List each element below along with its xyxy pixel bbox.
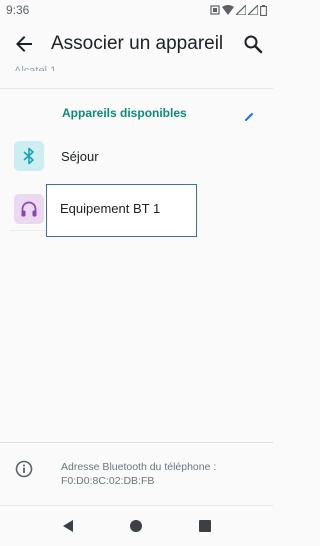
device-icon-box <box>14 141 44 171</box>
status-bar: 9:36 <box>0 0 273 20</box>
bluetooth-icon <box>23 147 34 165</box>
status-icons <box>210 4 267 16</box>
device-icon-box <box>14 194 44 224</box>
nav-back-button[interactable] <box>60 518 76 534</box>
nav-home-button[interactable] <box>128 518 144 534</box>
signal-icon <box>236 5 246 15</box>
scanning-indicator <box>245 108 253 121</box>
scrolled-device-name: Alcatel 1 <box>14 65 57 71</box>
signal-icon-2 <box>248 5 258 15</box>
navigation-bar <box>0 506 273 546</box>
back-button[interactable] <box>12 32 36 56</box>
search-icon <box>244 35 263 54</box>
triangle-back-icon <box>63 520 73 532</box>
divider <box>10 230 46 231</box>
bluetooth-address: Adresse Bluetooth du téléphone : F0:D0:8… <box>61 460 216 488</box>
status-time: 9:36 <box>6 3 30 17</box>
search-button[interactable] <box>241 32 265 56</box>
bluetooth-address-label: Adresse Bluetooth du téléphone : <box>61 461 217 473</box>
device-label: Equipement BT 1 <box>60 201 161 216</box>
bluetooth-address-value: F0:D0:8C:02:DB:FB <box>61 475 155 487</box>
device-item-sejour[interactable]: Séjour <box>0 133 273 177</box>
arrow-back-icon <box>16 36 32 52</box>
headset-icon <box>21 201 37 217</box>
divider <box>0 88 273 89</box>
battery-icon <box>260 4 267 16</box>
page-title: Associer un appareil <box>51 33 224 54</box>
wifi-icon <box>222 5 234 15</box>
footer-divider <box>0 442 273 443</box>
info-icon <box>14 459 34 479</box>
device-label: Séjour <box>61 149 99 164</box>
notification-icon <box>210 5 220 15</box>
section-header: Appareils disponibles <box>62 106 187 120</box>
home-circle-icon <box>130 520 142 532</box>
square-recents-icon <box>199 520 211 532</box>
nav-recents-button[interactable] <box>197 518 213 534</box>
